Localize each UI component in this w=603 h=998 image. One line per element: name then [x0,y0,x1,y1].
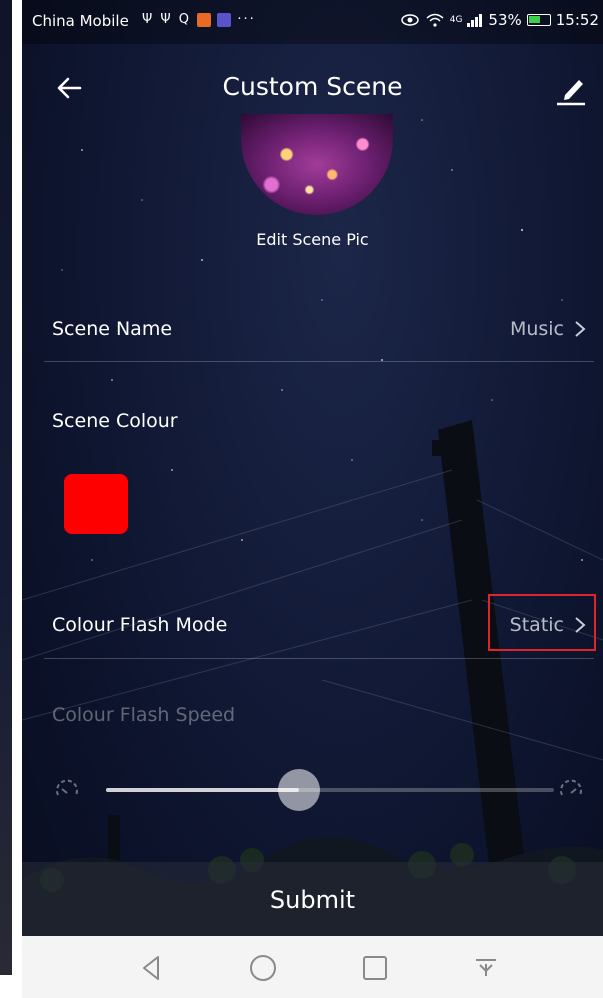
back-triangle-icon [143,956,159,980]
battery-icon [526,14,551,26]
edit-button[interactable] [551,68,591,108]
scene-name-row[interactable]: Scene Name Music [44,314,594,350]
slider-fill [106,788,299,792]
notification-app-icon [197,12,212,27]
slider-thumb[interactable] [277,769,320,811]
status-right: 4G 53% 15:52 [400,11,599,29]
eye-icon [400,14,419,26]
divider [44,361,594,362]
phone-screen: China Mobile Ψ Ψ Q ··· 4G 53% 15:52 Cust… [22,0,603,998]
scene-name-label: Scene Name [52,318,173,340]
scene-colour-label: Scene Colour [52,410,178,432]
scene-colour-swatch[interactable] [64,474,128,534]
slow-speed-icon [56,779,78,796]
edit-scene-pic-label[interactable]: Edit Scene Pic [22,230,603,249]
system-nav-bar [22,936,603,998]
scene-colour-row: Scene Colour [44,406,594,442]
status-bar: China Mobile Ψ Ψ Q ··· 4G 53% 15:52 [22,0,603,44]
wifi-icon [426,13,444,27]
carrier-label: China Mobile [32,12,129,30]
pencil-icon [557,80,585,106]
nav-back-button[interactable] [136,952,168,984]
highlight-annotation-box [488,594,596,651]
home-circle-icon [250,955,276,981]
notification-video-icon [217,12,232,27]
colour-flash-speed-label: Colour Flash Speed [52,704,236,726]
nav-recents-button[interactable] [359,952,391,984]
notification-pulldown-icon [476,959,496,976]
colour-flash-mode-label: Colour Flash Mode [52,614,228,636]
scene-name-value: Music [509,318,564,340]
adjacent-screenshot-dark [0,0,12,975]
colour-flash-speed-slider[interactable] [52,768,582,811]
submit-button[interactable]: Submit [22,862,603,936]
page-title: Custom Scene [222,72,403,101]
scene-name-value-group: Music [510,318,586,340]
clock: 15:52 [555,11,599,29]
network-type: 4G [449,15,463,25]
nav-home-button[interactable] [247,952,279,984]
usb-icons: Ψ Ψ Q [142,12,191,27]
battery-percent: 53% [488,11,522,29]
scene-picture[interactable] [241,114,393,215]
recents-square-icon [363,956,387,980]
chevron-right-icon [575,321,586,337]
signal-icon [467,14,483,27]
app-bar: Custom Scene [22,58,603,118]
divider [44,658,594,659]
more-dots-icon: ··· [237,12,256,27]
status-left-icons: Ψ Ψ Q ··· [142,12,256,27]
adjacent-screenshot-edge [0,0,22,998]
submit-label: Submit [269,886,356,914]
fast-speed-icon [560,779,582,796]
nav-notification-button[interactable] [470,952,502,984]
